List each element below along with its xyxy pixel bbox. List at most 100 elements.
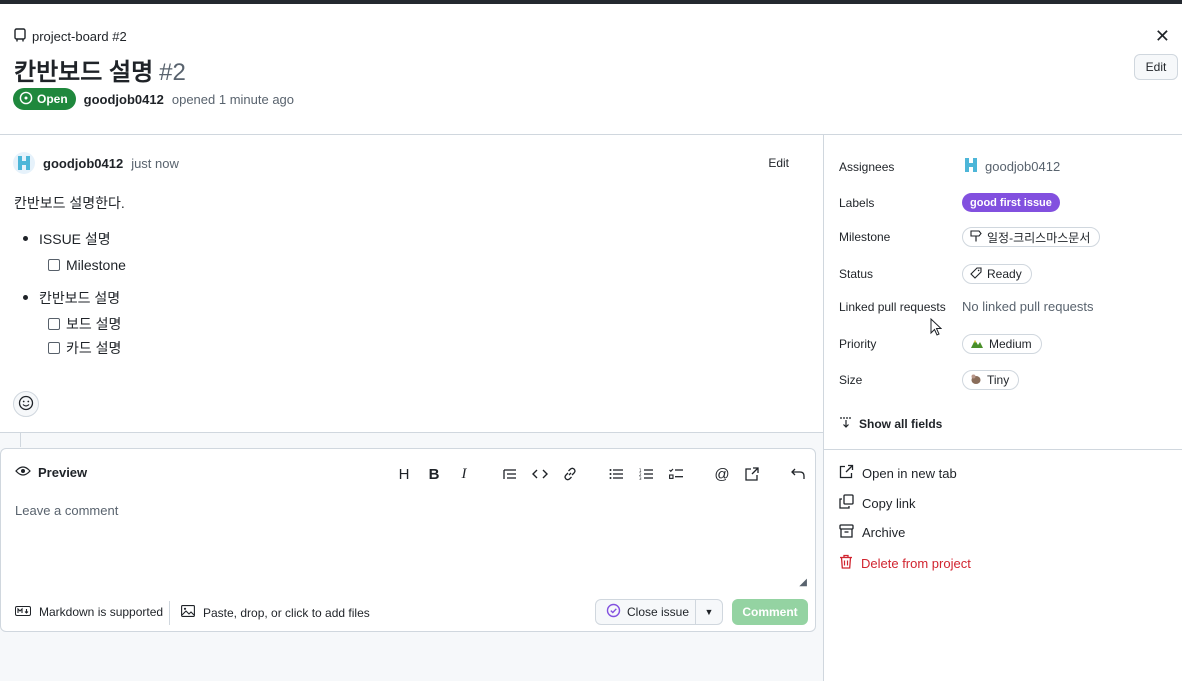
add-reaction-button[interactable]	[13, 391, 39, 417]
page-title: 칸반보드 설명 #2	[14, 52, 186, 87]
task-label: 카드 설명	[66, 340, 122, 356]
comment-edit-button[interactable]: Edit	[768, 156, 789, 170]
trash-icon	[839, 554, 853, 572]
comment-button[interactable]: Comment	[732, 599, 808, 625]
attach-files[interactable]: Paste, drop, or click to add files	[181, 605, 370, 620]
milestone-label: 일정-크리스마스문서	[987, 230, 1091, 245]
task-label: Milestone	[66, 257, 126, 273]
field-label: Assignees	[839, 159, 895, 174]
issue-header: project-board #2 ✕ 칸반보드 설명 #2 Edit Open g…	[0, 4, 1182, 135]
issue-number: #2	[159, 59, 186, 86]
bold-icon[interactable]: B	[419, 463, 449, 485]
markdown-toolbar: H B I 123 @	[389, 463, 813, 485]
unordered-list-icon[interactable]	[601, 463, 631, 485]
project-icon	[14, 28, 26, 45]
list-item-label: ISSUE 설명	[39, 231, 111, 247]
copy-icon	[839, 494, 854, 512]
field-value[interactable]: 일정-크리스마스문서	[962, 227, 1101, 247]
size-pill[interactable]: Tiny	[962, 370, 1020, 390]
external-link-icon	[839, 464, 854, 482]
field-label: Priority	[839, 337, 877, 351]
close-issue-label: Close issue	[627, 605, 690, 619]
main-panel: goodjob0412 just now Edit 칸반보드 설명한다. ISS…	[0, 135, 824, 681]
field-value[interactable]: good first issue	[962, 193, 1060, 212]
comment-body: 칸반보드 설명한다. ISSUE 설명 Milestone 칸반보드 설명 보드…	[14, 193, 126, 362]
show-all-fields-label: Show all fields	[859, 416, 943, 431]
status-badge-label: Open	[37, 92, 68, 106]
chevron-down-icon[interactable]: ▼	[696, 600, 722, 624]
divider	[169, 601, 170, 625]
priority-label: Medium	[989, 337, 1032, 351]
comment-author[interactable]: goodjob0412	[43, 156, 123, 171]
priority-pill[interactable]: Medium	[962, 334, 1042, 354]
close-issue-button[interactable]: Close issue ▼	[595, 599, 723, 625]
svg-text:3: 3	[639, 476, 642, 480]
edit-title-button[interactable]: Edit	[1134, 54, 1178, 80]
status-pill[interactable]: Ready	[962, 264, 1032, 284]
issue-comment: goodjob0412 just now Edit 칸반보드 설명한다. ISS…	[0, 135, 823, 433]
task-checkbox[interactable]	[48, 318, 60, 330]
close-issue-main[interactable]: Close issue	[596, 600, 696, 624]
comment-input[interactable]: Leave a comment	[15, 503, 118, 518]
archive-action[interactable]: Archive	[839, 524, 905, 541]
breadcrumb[interactable]: project-board #2	[14, 28, 127, 45]
field-assignees: Assignees goodjob0412	[839, 156, 1060, 177]
field-value[interactable]: goodjob0412	[962, 156, 1060, 177]
delete-from-project-action[interactable]: Delete from project	[839, 554, 971, 572]
issue-author[interactable]: goodjob0412	[84, 92, 164, 107]
reference-icon[interactable]	[737, 463, 767, 485]
field-label: Status	[839, 267, 874, 281]
ordered-list-icon[interactable]: 123	[631, 463, 661, 485]
link-icon[interactable]	[555, 463, 585, 485]
opened-time: opened 1 minute ago	[171, 91, 295, 107]
issue-open-icon	[19, 91, 33, 108]
field-value[interactable]: Medium	[962, 334, 1042, 354]
field-size: Size Tiny	[839, 370, 1020, 390]
show-all-fields-button[interactable]: Show all fields	[839, 416, 942, 431]
quote-icon[interactable]	[495, 463, 525, 485]
task-list-icon[interactable]	[661, 463, 691, 485]
field-label: Milestone	[839, 230, 891, 244]
open-new-tab-action[interactable]: Open in new tab	[839, 464, 957, 482]
delete-from-project-label: Delete from project	[861, 555, 971, 571]
heading-icon[interactable]: H	[389, 463, 419, 485]
task-checkbox[interactable]	[48, 259, 60, 271]
close-icon[interactable]: ✕	[1155, 26, 1170, 47]
task-item: 보드 설명	[14, 314, 126, 334]
label-badge[interactable]: good first issue	[962, 193, 1060, 212]
image-icon	[181, 605, 195, 620]
markdown-note[interactable]: Markdown is supported	[15, 605, 163, 619]
field-label: Linked pull requests	[839, 299, 946, 314]
status-label: Ready	[987, 267, 1022, 281]
comment-header: goodjob0412 just now	[13, 152, 179, 174]
list-item: 칸반보드 설명	[14, 288, 126, 308]
field-milestone: Milestone 일정-크리스마스문서	[839, 227, 1101, 247]
comment-list: 칸반보드 설명	[14, 288, 126, 308]
archive-label: Archive	[862, 525, 906, 540]
task-checkbox[interactable]	[48, 342, 60, 354]
markdown-icon	[15, 605, 31, 619]
copy-link-action[interactable]: Copy link	[839, 494, 915, 512]
field-value[interactable]: Tiny	[962, 370, 1020, 390]
smiley-icon	[18, 395, 34, 414]
field-value[interactable]: Ready	[962, 264, 1032, 284]
avatar[interactable]	[13, 152, 35, 174]
code-icon[interactable]	[525, 463, 555, 485]
milestone-icon	[970, 229, 982, 245]
italic-icon[interactable]: I	[449, 463, 479, 485]
size-label: Tiny	[987, 373, 1010, 387]
issue-meta: Open goodjob0412 opened 1 minute ago	[13, 88, 294, 110]
field-linked-pull-requests: Linked pull requests No linked pull requ…	[839, 299, 1094, 314]
resize-handle-icon[interactable]: ◢	[799, 577, 807, 588]
milestone-pill[interactable]: 일정-크리스마스문서	[962, 227, 1101, 247]
list-item: ISSUE 설명	[14, 229, 126, 249]
undo-icon[interactable]	[783, 463, 813, 485]
tab-preview[interactable]: Preview	[15, 465, 87, 480]
comment-list: ISSUE 설명	[14, 229, 126, 249]
editor-footer: Markdown is supported Paste, drop, or cl…	[1, 595, 815, 633]
mouse-icon	[970, 373, 982, 388]
check-circle-icon	[606, 603, 621, 621]
list-item-label: 칸반보드 설명	[39, 290, 121, 306]
mention-icon[interactable]: @	[707, 463, 737, 485]
open-new-tab-label: Open in new tab	[862, 465, 957, 481]
